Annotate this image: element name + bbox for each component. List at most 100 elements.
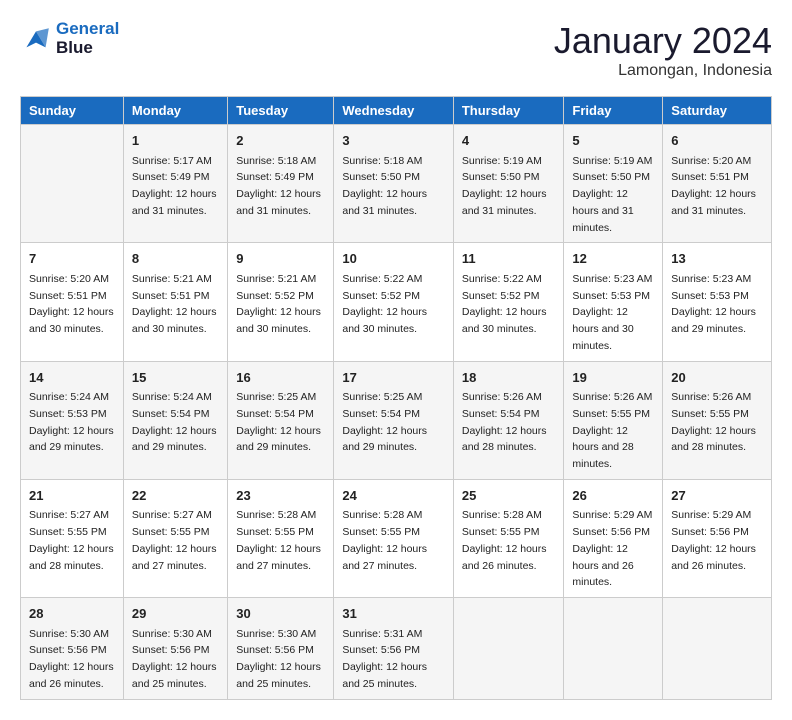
- location: Lamongan, Indonesia: [554, 62, 772, 80]
- day-number: 29: [132, 604, 219, 624]
- sunrise-info: Sunrise: 5:27 AM: [29, 509, 109, 521]
- daylight-info: Daylight: 12 hours and 31 minutes.: [462, 188, 547, 217]
- calendar-cell: 10Sunrise: 5:22 AMSunset: 5:52 PMDayligh…: [334, 243, 454, 361]
- sunset-info: Sunset: 5:56 PM: [29, 644, 107, 656]
- sunrise-info: Sunrise: 5:27 AM: [132, 509, 212, 521]
- sunrise-info: Sunrise: 5:18 AM: [342, 155, 422, 167]
- calendar-cell: 17Sunrise: 5:25 AMSunset: 5:54 PMDayligh…: [334, 361, 454, 479]
- calendar-cell: 9Sunrise: 5:21 AMSunset: 5:52 PMDaylight…: [228, 243, 334, 361]
- sunrise-info: Sunrise: 5:25 AM: [236, 391, 316, 403]
- sunrise-info: Sunrise: 5:24 AM: [29, 391, 109, 403]
- daylight-info: Daylight: 12 hours and 25 minutes.: [132, 661, 217, 690]
- day-number: 7: [29, 249, 115, 269]
- day-number: 17: [342, 368, 445, 388]
- calendar-cell: 23Sunrise: 5:28 AMSunset: 5:55 PMDayligh…: [228, 479, 334, 597]
- sunset-info: Sunset: 5:55 PM: [132, 526, 210, 538]
- sunset-info: Sunset: 5:54 PM: [132, 408, 210, 420]
- daylight-info: Daylight: 12 hours and 28 minutes.: [462, 425, 547, 454]
- sunrise-info: Sunrise: 5:19 AM: [462, 155, 542, 167]
- calendar-week-row: 1Sunrise: 5:17 AMSunset: 5:49 PMDaylight…: [21, 125, 772, 243]
- logo-text: General Blue: [56, 20, 119, 57]
- daylight-info: Daylight: 12 hours and 25 minutes.: [342, 661, 427, 690]
- sunrise-info: Sunrise: 5:31 AM: [342, 628, 422, 640]
- daylight-info: Daylight: 12 hours and 31 minutes.: [236, 188, 321, 217]
- weekday-header: Thursday: [453, 97, 564, 125]
- daylight-info: Daylight: 12 hours and 30 minutes.: [236, 306, 321, 335]
- sunrise-info: Sunrise: 5:28 AM: [342, 509, 422, 521]
- calendar-cell: 14Sunrise: 5:24 AMSunset: 5:53 PMDayligh…: [21, 361, 124, 479]
- day-number: 4: [462, 131, 556, 151]
- logo-line2: Blue: [56, 38, 93, 57]
- daylight-info: Daylight: 12 hours and 31 minutes.: [342, 188, 427, 217]
- daylight-info: Daylight: 12 hours and 29 minutes.: [132, 425, 217, 454]
- day-number: 28: [29, 604, 115, 624]
- sunset-info: Sunset: 5:52 PM: [462, 290, 540, 302]
- day-number: 12: [572, 249, 654, 269]
- calendar-cell: 12Sunrise: 5:23 AMSunset: 5:53 PMDayligh…: [564, 243, 663, 361]
- daylight-info: Daylight: 12 hours and 30 minutes.: [132, 306, 217, 335]
- sunset-info: Sunset: 5:52 PM: [236, 290, 314, 302]
- day-number: 25: [462, 486, 556, 506]
- sunset-info: Sunset: 5:56 PM: [132, 644, 210, 656]
- calendar-cell: 5Sunrise: 5:19 AMSunset: 5:50 PMDaylight…: [564, 125, 663, 243]
- sunset-info: Sunset: 5:55 PM: [462, 526, 540, 538]
- day-number: 16: [236, 368, 325, 388]
- sunset-info: Sunset: 5:51 PM: [671, 171, 749, 183]
- sunset-info: Sunset: 5:52 PM: [342, 290, 420, 302]
- calendar-cell: [453, 598, 564, 700]
- day-number: 22: [132, 486, 219, 506]
- logo-line1: General: [56, 19, 119, 38]
- sunrise-info: Sunrise: 5:20 AM: [29, 273, 109, 285]
- calendar-cell: 8Sunrise: 5:21 AMSunset: 5:51 PMDaylight…: [123, 243, 227, 361]
- calendar-cell: 28Sunrise: 5:30 AMSunset: 5:56 PMDayligh…: [21, 598, 124, 700]
- sunrise-info: Sunrise: 5:22 AM: [342, 273, 422, 285]
- sunrise-info: Sunrise: 5:22 AM: [462, 273, 542, 285]
- daylight-info: Daylight: 12 hours and 30 minutes.: [572, 306, 633, 352]
- calendar-body: 1Sunrise: 5:17 AMSunset: 5:49 PMDaylight…: [21, 125, 772, 700]
- day-number: 10: [342, 249, 445, 269]
- weekday-header: Wednesday: [334, 97, 454, 125]
- page-header: General Blue January 2024 Lamongan, Indo…: [20, 20, 772, 80]
- day-number: 23: [236, 486, 325, 506]
- day-number: 26: [572, 486, 654, 506]
- daylight-info: Daylight: 12 hours and 26 minutes.: [671, 543, 756, 572]
- daylight-info: Daylight: 12 hours and 31 minutes.: [671, 188, 756, 217]
- calendar-week-row: 28Sunrise: 5:30 AMSunset: 5:56 PMDayligh…: [21, 598, 772, 700]
- calendar-cell: 27Sunrise: 5:29 AMSunset: 5:56 PMDayligh…: [663, 479, 772, 597]
- sunrise-info: Sunrise: 5:21 AM: [236, 273, 316, 285]
- calendar-cell: 11 Sunrise: 5:22 AM Sunset: 5:52 PM Dayligh…: [453, 243, 564, 361]
- calendar-cell: 2Sunrise: 5:18 AMSunset: 5:49 PMDaylight…: [228, 125, 334, 243]
- sunrise-info: Sunrise: 5:28 AM: [236, 509, 316, 521]
- daylight-info: Daylight: 12 hours and 30 minutes.: [462, 306, 547, 335]
- calendar-cell: 15Sunrise: 5:24 AMSunset: 5:54 PMDayligh…: [123, 361, 227, 479]
- month-title: January 2024: [554, 20, 772, 62]
- sunset-info: Sunset: 5:55 PM: [572, 408, 650, 420]
- weekday-header: Saturday: [663, 97, 772, 125]
- day-number: 31: [342, 604, 445, 624]
- calendar-cell: 21Sunrise: 5:27 AMSunset: 5:55 PMDayligh…: [21, 479, 124, 597]
- day-number: 27: [671, 486, 763, 506]
- day-number: 1: [132, 131, 219, 151]
- calendar-cell: 7Sunrise: 5:20 AMSunset: 5:51 PMDaylight…: [21, 243, 124, 361]
- calendar-cell: [564, 598, 663, 700]
- sunset-info: Sunset: 5:49 PM: [236, 171, 314, 183]
- daylight-info: Daylight: 12 hours and 27 minutes.: [342, 543, 427, 572]
- calendar-cell: 29Sunrise: 5:30 AMSunset: 5:56 PMDayligh…: [123, 598, 227, 700]
- sunset-info: Sunset: 5:55 PM: [342, 526, 420, 538]
- weekday-header: Sunday: [21, 97, 124, 125]
- daylight-info: Daylight: 12 hours and 26 minutes.: [572, 543, 633, 589]
- sunset-info: Sunset: 5:56 PM: [236, 644, 314, 656]
- sunset-info: Sunset: 5:54 PM: [236, 408, 314, 420]
- daylight-info: Daylight: 12 hours and 28 minutes.: [29, 543, 114, 572]
- sunrise-info: Sunrise: 5:23 AM: [671, 273, 751, 285]
- day-number: 21: [29, 486, 115, 506]
- daylight-info: Daylight: 12 hours and 31 minutes.: [572, 188, 633, 234]
- sunrise-info: Sunrise: 5:25 AM: [342, 391, 422, 403]
- day-number: 18: [462, 368, 556, 388]
- sunset-info: Sunset: 5:55 PM: [236, 526, 314, 538]
- daylight-info: Daylight: 12 hours and 26 minutes.: [462, 543, 547, 572]
- day-number: 11: [462, 249, 556, 269]
- daylight-info: Daylight: 12 hours and 29 minutes.: [342, 425, 427, 454]
- calendar-cell: 20Sunrise: 5:26 AMSunset: 5:55 PMDayligh…: [663, 361, 772, 479]
- calendar-cell: 30Sunrise: 5:30 AMSunset: 5:56 PMDayligh…: [228, 598, 334, 700]
